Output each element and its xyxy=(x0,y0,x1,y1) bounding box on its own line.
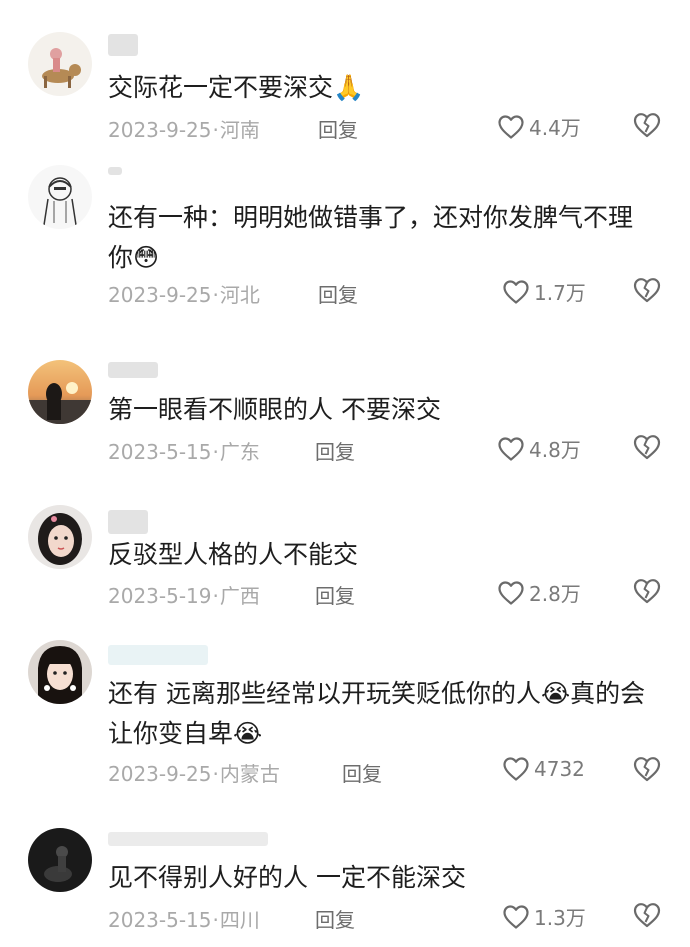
like-count: 2.8万 xyxy=(529,582,581,606)
broken-heart-outline-icon[interactable] xyxy=(632,276,662,304)
username-placeholder[interactable] xyxy=(108,34,138,56)
like-button[interactable]: 2.8万 xyxy=(497,578,581,607)
comment-meta: 2023-9-25·河南 xyxy=(108,114,260,143)
comment-text: 还有一种：明明她做错事了，还对你发脾气不理你😳 xyxy=(108,198,653,278)
comment-body: 还有一种：明明她做错事了，还对你发脾气不理你 xyxy=(108,203,634,272)
like-button[interactable]: 4732 xyxy=(502,756,585,782)
comment-meta: 2023-9-25·河北 xyxy=(108,279,260,308)
username-placeholder[interactable] xyxy=(108,510,148,534)
comment-date: 2023-5-15 xyxy=(108,440,212,464)
comment-body: 见不得别人好的人 一定不能深交 xyxy=(108,863,466,892)
like-count: 4.4万 xyxy=(529,116,581,140)
like-count: 4.8万 xyxy=(529,438,581,462)
heart-outline-icon xyxy=(497,114,525,140)
avatar[interactable] xyxy=(28,360,92,424)
like-button[interactable]: 4.8万 xyxy=(497,434,581,463)
comment-text: 反驳型人格的人不能交 xyxy=(108,535,668,575)
comment-location: 四川 xyxy=(219,908,260,932)
username-placeholder[interactable] xyxy=(108,832,268,846)
like-count: 4732 xyxy=(534,757,585,781)
comment-meta: 2023-5-15·广东 xyxy=(108,436,260,465)
like-count: 1.7万 xyxy=(534,281,586,305)
comment-date: 2023-5-15 xyxy=(108,908,212,932)
like-button[interactable]: 1.3万 xyxy=(502,902,586,931)
comment-location: 广西 xyxy=(219,584,260,608)
avatar[interactable] xyxy=(28,505,92,569)
comment-meta: 2023-9-25·内蒙古 xyxy=(108,758,280,787)
heart-outline-icon xyxy=(502,279,530,305)
username-placeholder[interactable] xyxy=(108,167,122,175)
comment-date: 2023-9-25 xyxy=(108,283,212,307)
reply-button[interactable]: 回复 xyxy=(318,114,358,143)
comment-body: 第一眼看不顺眼的人 不要深交 xyxy=(108,395,441,424)
comment-meta: 2023-5-15·四川 xyxy=(108,904,260,933)
broken-heart-outline-icon[interactable] xyxy=(632,577,662,605)
reply-button[interactable]: 回复 xyxy=(342,758,382,787)
comment-text: 第一眼看不顺眼的人 不要深交 xyxy=(108,390,668,430)
comment-date: 2023-9-25 xyxy=(108,118,212,142)
meta-separator: · xyxy=(212,440,219,464)
comment-body: 反驳型人格的人不能交 xyxy=(108,540,359,569)
avatar[interactable] xyxy=(28,640,92,704)
comment-text: 交际花一定不要深交🙏 xyxy=(108,68,668,108)
like-button[interactable]: 4.4万 xyxy=(497,112,581,141)
comment-location: 广东 xyxy=(219,440,260,464)
username-placeholder[interactable] xyxy=(108,362,158,378)
comment-text: 见不得别人好的人 一定不能深交 xyxy=(108,858,668,898)
comment-location: 河南 xyxy=(219,118,260,142)
comment-meta: 2023-5-19·广西 xyxy=(108,580,260,609)
comment-body: 交际花一定不要深交 xyxy=(108,73,334,102)
meta-separator: · xyxy=(212,762,219,786)
reply-button[interactable]: 回复 xyxy=(315,904,355,933)
comment-location: 内蒙古 xyxy=(219,762,280,786)
heart-outline-icon xyxy=(502,904,530,930)
broken-heart-outline-icon[interactable] xyxy=(632,433,662,461)
broken-heart-outline-icon[interactable] xyxy=(632,755,662,783)
heart-outline-icon xyxy=(497,436,525,462)
comment-body: 还有 远离那些经常以开玩笑贬低你的人 xyxy=(108,679,541,708)
meta-separator: · xyxy=(212,908,219,932)
avatar[interactable] xyxy=(28,165,92,229)
like-count: 1.3万 xyxy=(534,906,586,930)
meta-separator: · xyxy=(212,584,219,608)
like-button[interactable]: 1.7万 xyxy=(502,277,586,306)
username-placeholder[interactable] xyxy=(108,645,208,665)
comment-location: 河北 xyxy=(219,283,260,307)
meta-separator: · xyxy=(212,118,219,142)
comment-date: 2023-5-19 xyxy=(108,584,212,608)
heart-outline-icon xyxy=(497,580,525,606)
folded-hands-emoji-icon: 🙏 xyxy=(333,73,365,102)
avatar[interactable] xyxy=(28,32,92,96)
reply-button[interactable]: 回复 xyxy=(318,279,358,308)
broken-heart-outline-icon[interactable] xyxy=(632,901,662,929)
heart-outline-icon xyxy=(502,756,530,782)
broken-heart-outline-icon[interactable] xyxy=(632,111,662,139)
meta-separator: · xyxy=(212,283,219,307)
crying-emoji-icon: 😭 xyxy=(540,679,571,708)
flushed-emoji-icon: 😳 xyxy=(133,243,160,272)
comment-date: 2023-9-25 xyxy=(108,762,212,786)
avatar[interactable] xyxy=(28,828,92,892)
reply-button[interactable]: 回复 xyxy=(315,580,355,609)
comment-text: 还有 远离那些经常以开玩笑贬低你的人😭真的会让你变自卑😭 xyxy=(108,674,668,754)
crying-emoji-icon: 😭 xyxy=(233,719,263,748)
reply-button[interactable]: 回复 xyxy=(315,436,355,465)
